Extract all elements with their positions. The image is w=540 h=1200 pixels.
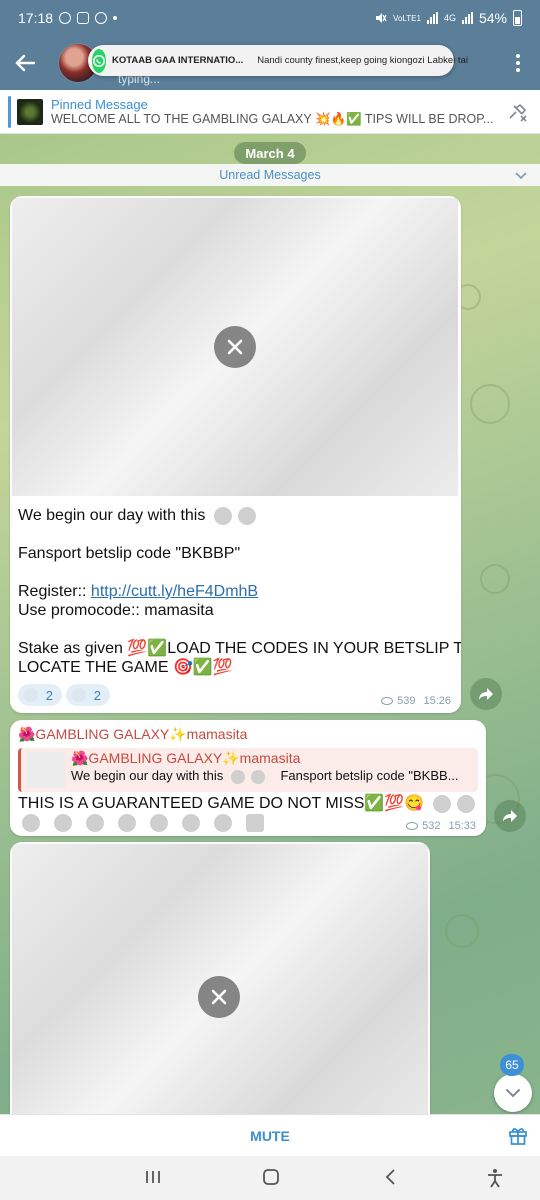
chevron-down-icon[interactable]	[514, 168, 528, 182]
register-link[interactable]: http://cutt.ly/heF4DmhB	[91, 583, 258, 600]
sender-name[interactable]: 🌺GAMBLING GALAXY✨mamasita	[18, 726, 247, 743]
views-count: 532	[422, 820, 441, 832]
pinned-indicator	[8, 95, 11, 128]
back-button[interactable]	[0, 36, 50, 90]
message-meta: 532 15:33	[406, 820, 476, 832]
scroll-down-button[interactable]	[494, 1074, 532, 1112]
quote-thumbnail	[27, 752, 65, 788]
emoji-icon	[456, 794, 475, 813]
share-icon	[503, 810, 517, 822]
emoji-icon	[237, 506, 256, 525]
notification-text: Nandi county finest,keep going kiongozi …	[257, 55, 468, 66]
app-status-icon	[77, 12, 90, 24]
emoji-icon	[118, 814, 136, 832]
unpin-icon[interactable]	[506, 102, 528, 122]
recent-apps-icon[interactable]	[144, 1168, 162, 1186]
signal-icon	[426, 12, 438, 24]
share-icon	[479, 688, 493, 700]
message-time: 15:33	[448, 820, 476, 832]
share-button[interactable]	[494, 800, 526, 832]
quote-text: We begin our day with this	[71, 768, 224, 783]
message-meta: 539 15:26	[381, 695, 451, 707]
pinned-title: Pinned Message	[51, 96, 148, 112]
register-label: Register::	[18, 583, 87, 600]
whatsapp-notification[interactable]: KOTAAB GAA INTERNATIO... Nandi county fi…	[88, 45, 468, 76]
promo-line: Use promocode:: mamasita	[18, 602, 214, 619]
whatsapp-icon	[92, 48, 106, 73]
media-preview[interactable]	[12, 198, 458, 496]
emoji-icon	[213, 506, 232, 525]
message-line: We begin our day with this	[18, 507, 206, 524]
unread-count-badge: 65	[500, 1054, 524, 1076]
mute-button[interactable]: MUTE	[0, 1115, 540, 1157]
close-icon	[227, 339, 243, 355]
home-icon[interactable]	[262, 1168, 280, 1186]
signal-icon-2	[461, 12, 473, 24]
status-bar: 17:18 VoLTE1 4G 54%	[0, 0, 540, 36]
message-line: Fansport betslip code "BKBBP"	[18, 545, 241, 562]
message-line: LOCATE THE GAME 🎯✅💯	[18, 659, 233, 676]
message-bubble[interactable]: 🌺GAMBLING GALAXY✨mamasita 🌺GAMBLING GALA…	[10, 720, 486, 836]
battery-percent: 54%	[478, 10, 507, 26]
more-status-icon	[113, 16, 118, 20]
battery-icon	[513, 10, 522, 26]
mute-status-icon	[376, 13, 387, 23]
close-icon	[211, 989, 227, 1005]
emoji-icon	[432, 794, 451, 813]
media-preview[interactable]	[12, 844, 428, 1114]
cancel-download-button[interactable]	[214, 326, 256, 368]
gift-icon[interactable]	[508, 1125, 528, 1145]
chevron-down-icon	[506, 1089, 520, 1098]
system-nav-bar	[0, 1156, 540, 1200]
emoji-icon	[182, 814, 200, 832]
views-count: 539	[397, 695, 416, 707]
quote-text-2: Fansport betslip code "BKBB...	[280, 768, 459, 783]
reaction-chip[interactable]: 2	[66, 684, 110, 706]
emoji-icon	[214, 814, 232, 832]
cancel-download-button[interactable]	[198, 976, 240, 1018]
views-icon	[406, 822, 419, 830]
emoji-icon	[22, 814, 40, 832]
emoji-icon	[150, 814, 168, 832]
unread-messages-bar: Unread Messages	[0, 164, 540, 186]
views-icon	[381, 697, 394, 705]
pinned-text: WELCOME ALL TO THE GAMBLING GALAXY 💥🔥✅ T…	[51, 111, 494, 126]
message-line: Stake as given 💯✅LOAD THE CODES IN YOUR …	[18, 640, 461, 657]
network-label: 4G	[443, 13, 456, 23]
pinned-thumbnail	[17, 98, 43, 125]
back-arrow-icon	[15, 54, 35, 72]
share-button[interactable]	[470, 678, 502, 710]
bottom-bar: MUTE	[0, 1114, 540, 1156]
back-nav-icon[interactable]	[382, 1168, 400, 1186]
unread-label: Unread Messages	[219, 168, 321, 182]
pinned-message-bar[interactable]: Pinned Message WELCOME ALL TO THE GAMBLI…	[0, 90, 540, 134]
emoji-icon	[86, 814, 104, 832]
more-menu-button[interactable]	[506, 36, 530, 90]
accessibility-icon[interactable]	[486, 1168, 504, 1188]
chat-area[interactable]: March 4 Unread Messages We begin our day…	[0, 134, 540, 1114]
quote-sender: 🌺GAMBLING GALAXY✨mamasita	[71, 750, 301, 766]
volte-label: VoLTE1	[393, 13, 421, 23]
reaction-chip[interactable]: 2	[18, 684, 62, 706]
b-status-icon	[95, 12, 108, 24]
notification-title: KOTAAB GAA INTERNATIO...	[112, 55, 244, 66]
reply-quote[interactable]: 🌺GAMBLING GALAXY✨mamasita We begin our d…	[18, 748, 478, 792]
emoji-icon	[230, 769, 245, 784]
message-bubble[interactable]	[10, 842, 430, 1114]
status-time: 17:18	[18, 10, 54, 26]
message-text: THIS IS A GUARANTEED GAME DO NOT MISS✅💯😋	[18, 795, 425, 812]
message-time: 15:26	[423, 695, 451, 707]
message-bubble[interactable]: We begin our day with this Fansport bets…	[10, 196, 461, 713]
date-separator: March 4	[234, 142, 306, 164]
whatsapp-status-icon	[59, 12, 72, 24]
emoji-icon	[54, 814, 72, 832]
emoji-icon	[246, 814, 264, 832]
emoji-row	[22, 814, 270, 832]
emoji-icon	[250, 769, 265, 784]
